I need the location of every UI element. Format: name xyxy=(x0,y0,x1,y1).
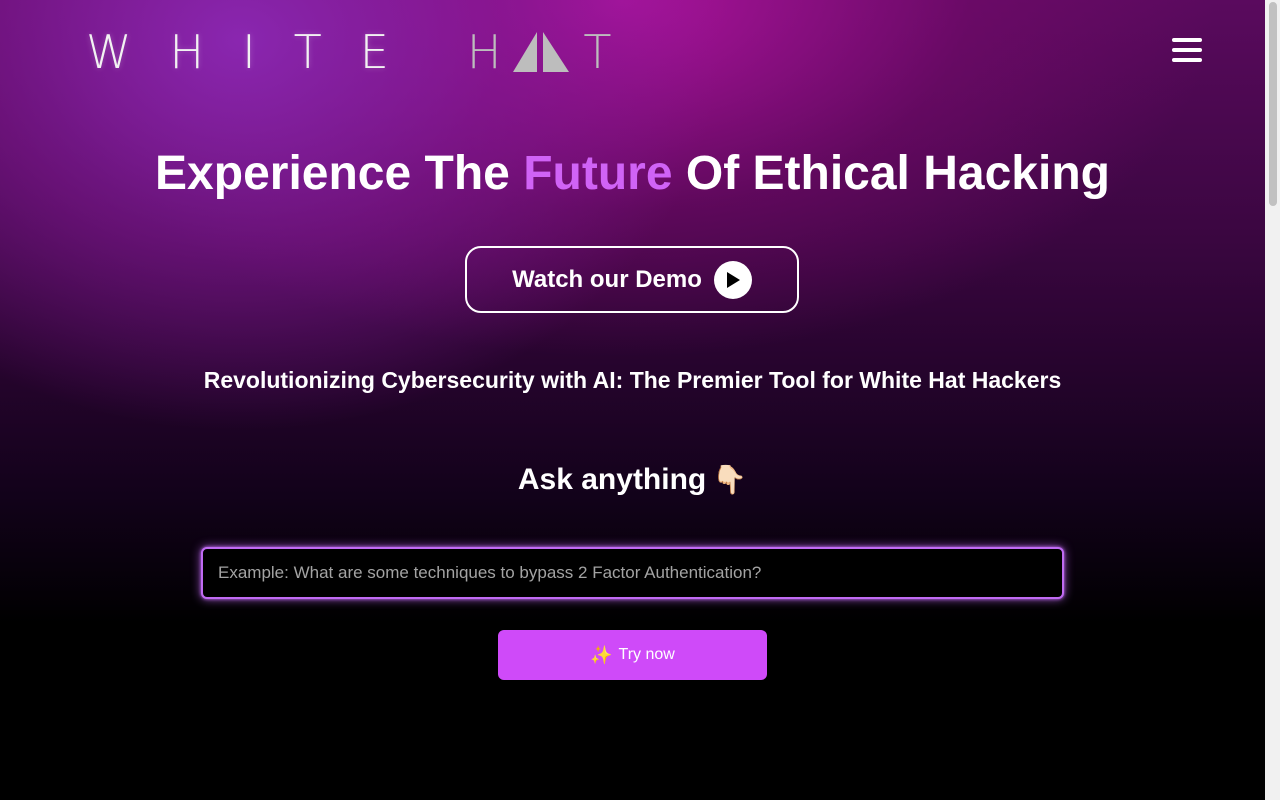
play-circle-icon xyxy=(713,260,752,299)
white-hat-logo[interactable]: WHITE H T xyxy=(86,28,612,76)
logo-word-hat: H T xyxy=(467,28,612,76)
hero-title-accent: Future xyxy=(523,147,673,200)
scrollbar-thumb[interactable] xyxy=(1269,2,1277,206)
sparkle-icon: ✨ xyxy=(590,645,613,665)
try-now-button[interactable]: ✨ Try now xyxy=(498,630,767,680)
hamburger-menu-icon[interactable] xyxy=(1170,38,1204,64)
ask-anything-heading: Ask anything 👇🏻 xyxy=(0,460,1265,500)
landing-page: WHITE H T Experience The Future Of Ethic… xyxy=(0,0,1280,800)
pointing-down-icon: 👇🏻 xyxy=(712,464,748,495)
logo-word-white: WHITE xyxy=(86,25,427,79)
logo-letter-t: T xyxy=(583,25,612,79)
menu-bar-bottom xyxy=(1172,58,1202,62)
hat-triangle-icon xyxy=(513,32,571,72)
hero-title-end: Of Ethical Hacking xyxy=(672,147,1110,200)
logo-letter-h: H xyxy=(466,25,502,79)
menu-bar-top xyxy=(1172,38,1202,42)
watch-demo-label: Watch our Demo xyxy=(512,265,702,293)
page-scrollbar[interactable] xyxy=(1265,0,1280,800)
try-now-label: Try now xyxy=(618,646,675,663)
ask-heading-text: Ask anything xyxy=(517,463,707,496)
hero-tagline: Revolutionizing Cybersecurity with AI: T… xyxy=(203,367,1062,393)
hero-title: Experience The Future Of Ethical Hacking xyxy=(0,144,1265,204)
menu-bar-middle xyxy=(1172,48,1202,52)
prompt-input[interactable] xyxy=(201,547,1064,599)
watch-demo-button[interactable]: Watch our Demo xyxy=(465,246,799,313)
hero-title-start: Experience The xyxy=(155,147,524,200)
